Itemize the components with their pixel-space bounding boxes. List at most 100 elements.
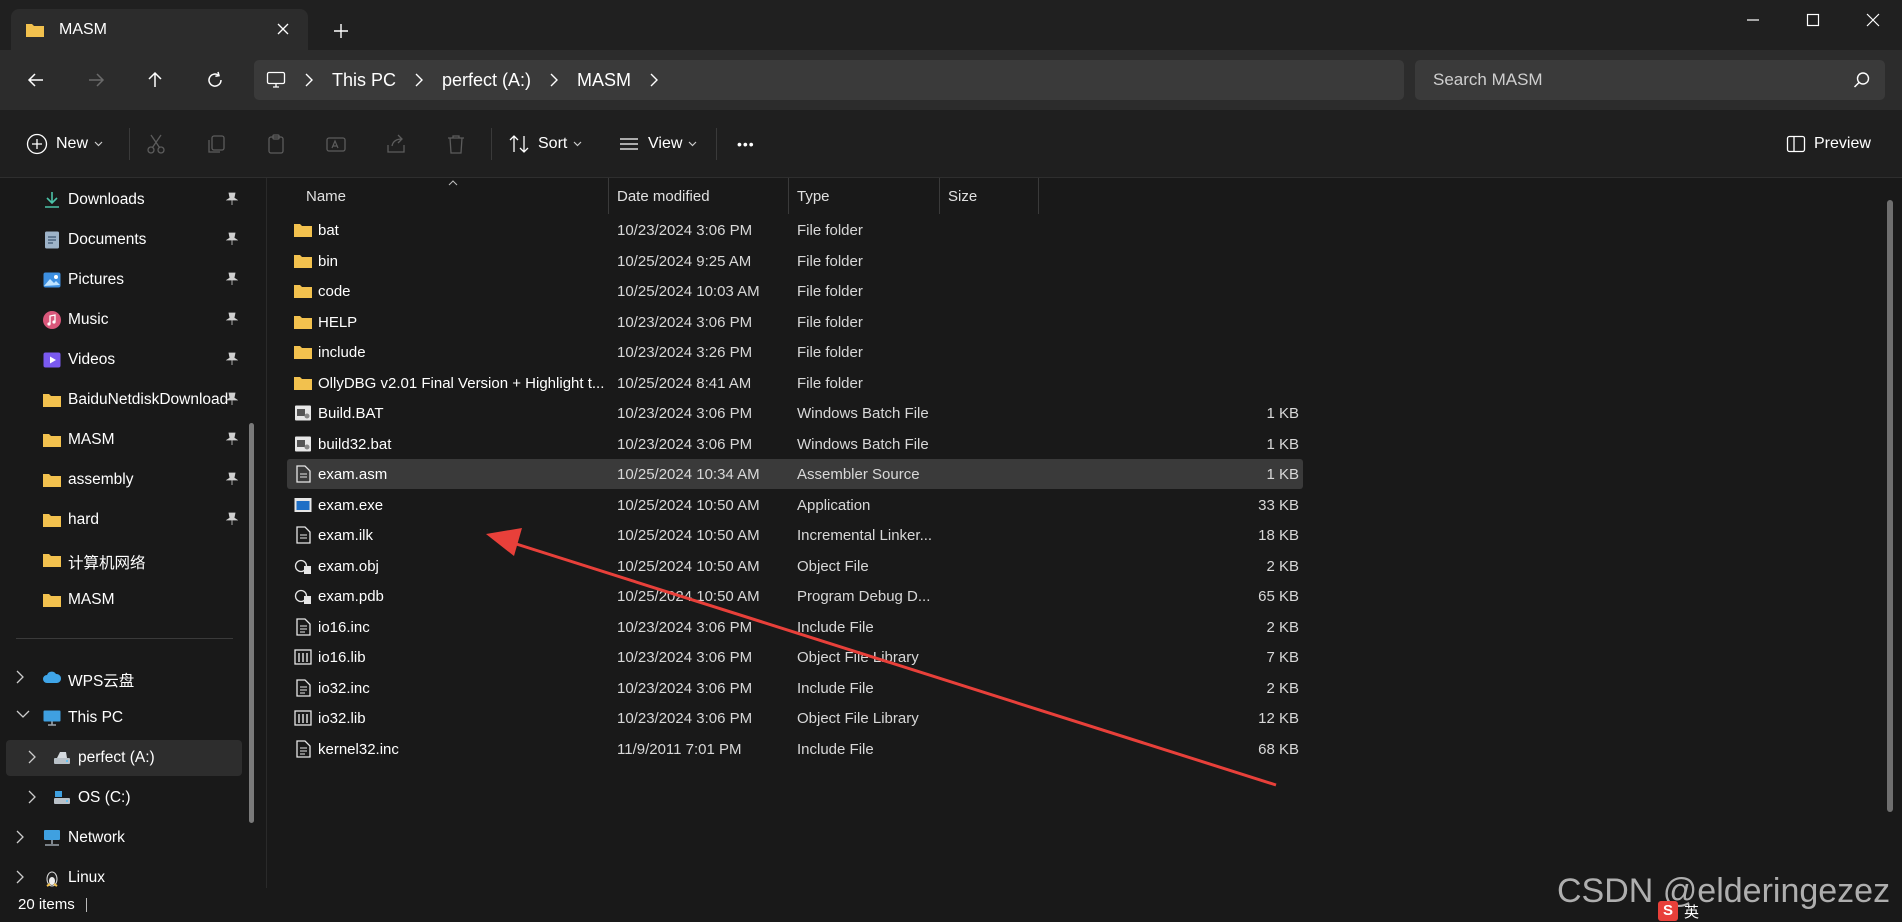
pin-icon[interactable] bbox=[226, 272, 238, 286]
column-header-date[interactable]: Date modified bbox=[617, 178, 710, 214]
file-row[interactable]: io32.inc 10/23/2024 3:06 PM Include File 2 … bbox=[287, 673, 1303, 703]
search-input[interactable]: Search MASM bbox=[1415, 60, 1885, 100]
chevron-right-icon[interactable] bbox=[16, 870, 24, 884]
file-row[interactable]: exam.exe 10/25/2024 10:50 AM Application 33… bbox=[287, 490, 1303, 520]
file-name: include bbox=[318, 344, 366, 361]
chevron-down-icon[interactable] bbox=[16, 710, 30, 719]
sidebar-item-network[interactable]: Network bbox=[0, 820, 256, 856]
file-name: bin bbox=[318, 252, 339, 270]
file-row[interactable]: HELP 10/23/2024 3:06 PM File folder bbox=[287, 307, 1303, 337]
sort-button[interactable]: Sort bbox=[508, 126, 582, 162]
chevron-right-icon[interactable] bbox=[28, 750, 36, 764]
sidebar-item-this-pc[interactable]: This PC bbox=[0, 700, 256, 736]
share-button[interactable] bbox=[385, 126, 407, 162]
file-row[interactable]: code 10/25/2024 10:03 AM File folder bbox=[287, 276, 1303, 306]
preview-pane-button[interactable]: Preview bbox=[1786, 126, 1871, 162]
column-header-name[interactable]: Name bbox=[306, 178, 346, 214]
back-button[interactable] bbox=[18, 62, 54, 98]
paste-button[interactable] bbox=[265, 126, 287, 162]
column-divider[interactable] bbox=[1038, 178, 1039, 214]
music-icon bbox=[43, 311, 61, 329]
sidebar-item-computer-networks[interactable]: 计算机网络 bbox=[0, 542, 256, 578]
column-header-size[interactable]: Size bbox=[948, 178, 977, 214]
file-row[interactable]: build32.bat 10/23/2024 3:06 PM Windows Bat… bbox=[287, 429, 1303, 459]
file-row[interactable]: OllyDBG v2.01 Final Version + Highlight … bbox=[287, 368, 1303, 398]
breadcrumb-masm[interactable]: MASM bbox=[577, 70, 631, 91]
sidebar-item-perfect-drive[interactable]: perfect (A:) bbox=[6, 740, 242, 776]
file-size: 65 KB bbox=[1258, 588, 1299, 605]
file-row[interactable]: exam.pdb 10/25/2024 10:50 AM Program Debug… bbox=[287, 581, 1303, 611]
chevron-right-icon[interactable] bbox=[16, 830, 24, 844]
close-window-button[interactable] bbox=[1844, 2, 1902, 38]
file-row[interactable]: exam.obj 10/25/2024 10:50 AM Object File 2 … bbox=[287, 551, 1303, 581]
sidebar-item-hard[interactable]: hard bbox=[0, 502, 256, 538]
forward-button[interactable] bbox=[78, 62, 114, 98]
object-file-icon bbox=[294, 589, 311, 604]
pin-icon[interactable] bbox=[226, 472, 238, 486]
rename-button[interactable] bbox=[325, 126, 347, 162]
ime-toolbar[interactable]: S 英 bbox=[1658, 900, 1699, 922]
file-row[interactable]: bin 10/25/2024 9:25 AM File folder bbox=[287, 246, 1303, 276]
chevron-right-icon[interactable] bbox=[16, 670, 24, 684]
file-row[interactable]: bat 10/23/2024 3:06 PM File folder bbox=[287, 215, 1303, 245]
chevron-right-icon[interactable] bbox=[304, 73, 314, 87]
pin-icon[interactable] bbox=[226, 312, 238, 326]
refresh-button[interactable] bbox=[197, 62, 233, 98]
sidebar-item-videos[interactable]: Videos bbox=[0, 342, 256, 378]
text-file-icon bbox=[296, 617, 311, 636]
file-row[interactable]: io16.inc 10/23/2024 3:06 PM Include File 2 … bbox=[287, 612, 1303, 642]
cut-button[interactable] bbox=[145, 126, 167, 162]
sidebar-item-documents[interactable]: Documents bbox=[0, 222, 256, 258]
sidebar-item-downloads[interactable]: Downloads bbox=[0, 182, 256, 218]
file-row[interactable]: io16.lib 10/23/2024 3:06 PM Object File Li… bbox=[287, 642, 1303, 672]
file-row[interactable]: io32.lib 10/23/2024 3:06 PM Object File Li… bbox=[287, 703, 1303, 733]
chevron-right-icon[interactable] bbox=[649, 73, 659, 87]
file-row[interactable]: Build.BAT 10/23/2024 3:06 PM Windows Batch… bbox=[287, 398, 1303, 428]
new-button[interactable]: New bbox=[26, 126, 103, 162]
sidebar-item-os-drive[interactable]: OS (C:) bbox=[0, 780, 256, 816]
minimize-button[interactable] bbox=[1724, 2, 1782, 38]
column-header-type[interactable]: Type bbox=[797, 178, 830, 214]
sidebar-item-wps-cloud[interactable]: WPS云盘 bbox=[0, 660, 256, 696]
chevron-right-icon[interactable] bbox=[549, 73, 559, 87]
sidebar-item-assembly[interactable]: assembly bbox=[0, 462, 256, 498]
sidebar-scrollbar[interactable] bbox=[249, 423, 254, 823]
ime-language[interactable]: 英 bbox=[1684, 901, 1699, 922]
pin-icon[interactable] bbox=[226, 352, 238, 366]
pin-icon[interactable] bbox=[226, 392, 238, 406]
delete-button[interactable] bbox=[445, 126, 467, 162]
sidebar-item-music[interactable]: Music bbox=[0, 302, 256, 338]
pin-icon[interactable] bbox=[226, 232, 238, 246]
column-divider[interactable] bbox=[608, 178, 609, 214]
view-button[interactable]: View bbox=[618, 126, 697, 162]
up-button[interactable] bbox=[137, 62, 173, 98]
copy-button[interactable] bbox=[205, 126, 227, 162]
column-divider[interactable] bbox=[939, 178, 940, 214]
column-divider[interactable] bbox=[788, 178, 789, 214]
maximize-button[interactable] bbox=[1784, 2, 1842, 38]
close-tab-button[interactable] bbox=[272, 18, 294, 40]
pin-icon[interactable] bbox=[226, 512, 238, 526]
sidebar-item-masm[interactable]: MASM bbox=[0, 422, 256, 458]
file-size: 1 KB bbox=[1266, 405, 1299, 422]
file-row[interactable]: kernel32.inc 11/9/2011 7:01 PM Include Fil… bbox=[287, 734, 1303, 764]
tab-masm[interactable]: MASM bbox=[11, 9, 308, 51]
file-row[interactable]: exam.ilk 10/25/2024 10:50 AM Incremental L… bbox=[287, 520, 1303, 550]
application-icon bbox=[294, 497, 312, 512]
new-tab-button[interactable] bbox=[328, 18, 354, 44]
pin-icon[interactable] bbox=[226, 192, 238, 206]
file-row[interactable]: exam.asm 10/25/2024 10:34 AM Assembler Sou… bbox=[287, 459, 1303, 489]
chevron-right-icon[interactable] bbox=[28, 790, 36, 804]
file-row[interactable]: include 10/23/2024 3:26 PM File folder bbox=[287, 337, 1303, 367]
pin-icon[interactable] bbox=[226, 432, 238, 446]
breadcrumb-drive[interactable]: perfect (A:) bbox=[442, 70, 531, 91]
address-bar[interactable]: This PC perfect (A:) MASM bbox=[254, 60, 1404, 100]
sidebar-item-pictures[interactable]: Pictures bbox=[0, 262, 256, 298]
file-list-scrollbar[interactable] bbox=[1887, 200, 1893, 812]
sidebar-item-baidunetdisk[interactable]: BaiduNetdiskDownload bbox=[0, 382, 256, 418]
folder-icon bbox=[294, 376, 312, 390]
chevron-right-icon[interactable] bbox=[414, 73, 424, 87]
more-options-button[interactable]: ••• bbox=[737, 126, 755, 162]
breadcrumb-this-pc[interactable]: This PC bbox=[332, 70, 396, 91]
sidebar-item-masm-2[interactable]: MASM bbox=[0, 582, 256, 618]
